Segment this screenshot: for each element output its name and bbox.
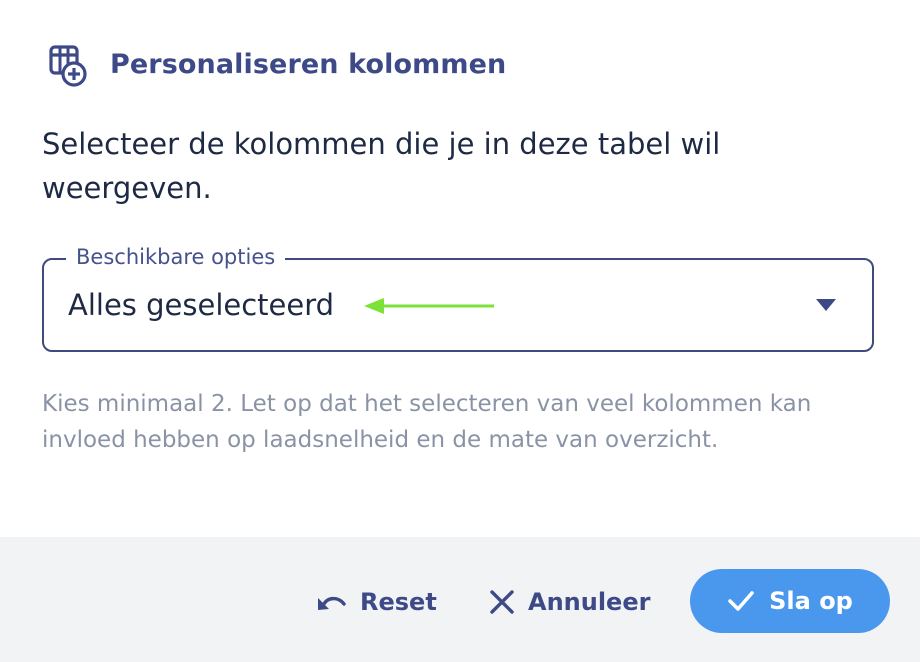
reset-button[interactable]: Reset — [316, 585, 437, 619]
save-button[interactable]: Sla op — [690, 569, 890, 633]
save-label: Sla op — [769, 587, 853, 615]
reset-label: Reset — [360, 588, 437, 616]
available-options-select[interactable]: Beschikbare opties Alles geselecteerd — [42, 245, 874, 352]
table-add-icon — [49, 45, 87, 87]
close-icon — [490, 590, 514, 614]
cancel-button[interactable]: Annuleer — [488, 585, 650, 619]
check-icon — [728, 591, 754, 611]
undo-icon — [318, 596, 346, 610]
dialog-header: Personaliseren kolommen — [48, 44, 506, 88]
helper-text: Kies minimaal 2. Let op dat het selecter… — [42, 391, 812, 453]
cancel-label: Annuleer — [528, 588, 651, 616]
arrow-left-icon — [364, 298, 494, 314]
select-value: Alles geselecteerd — [68, 288, 335, 322]
dialog-footer: Reset Annuleer Sla op — [0, 537, 920, 662]
dialog-title: Personaliseren kolommen — [110, 49, 507, 80]
dialog-description: Selecteer de kolommen die je in deze tab… — [42, 127, 721, 205]
select-legend: Beschikbare opties — [66, 245, 286, 269]
personalize-columns-dialog: Personaliseren kolommen Selecteer de kol… — [0, 0, 920, 662]
caret-down-icon[interactable] — [815, 298, 837, 312]
